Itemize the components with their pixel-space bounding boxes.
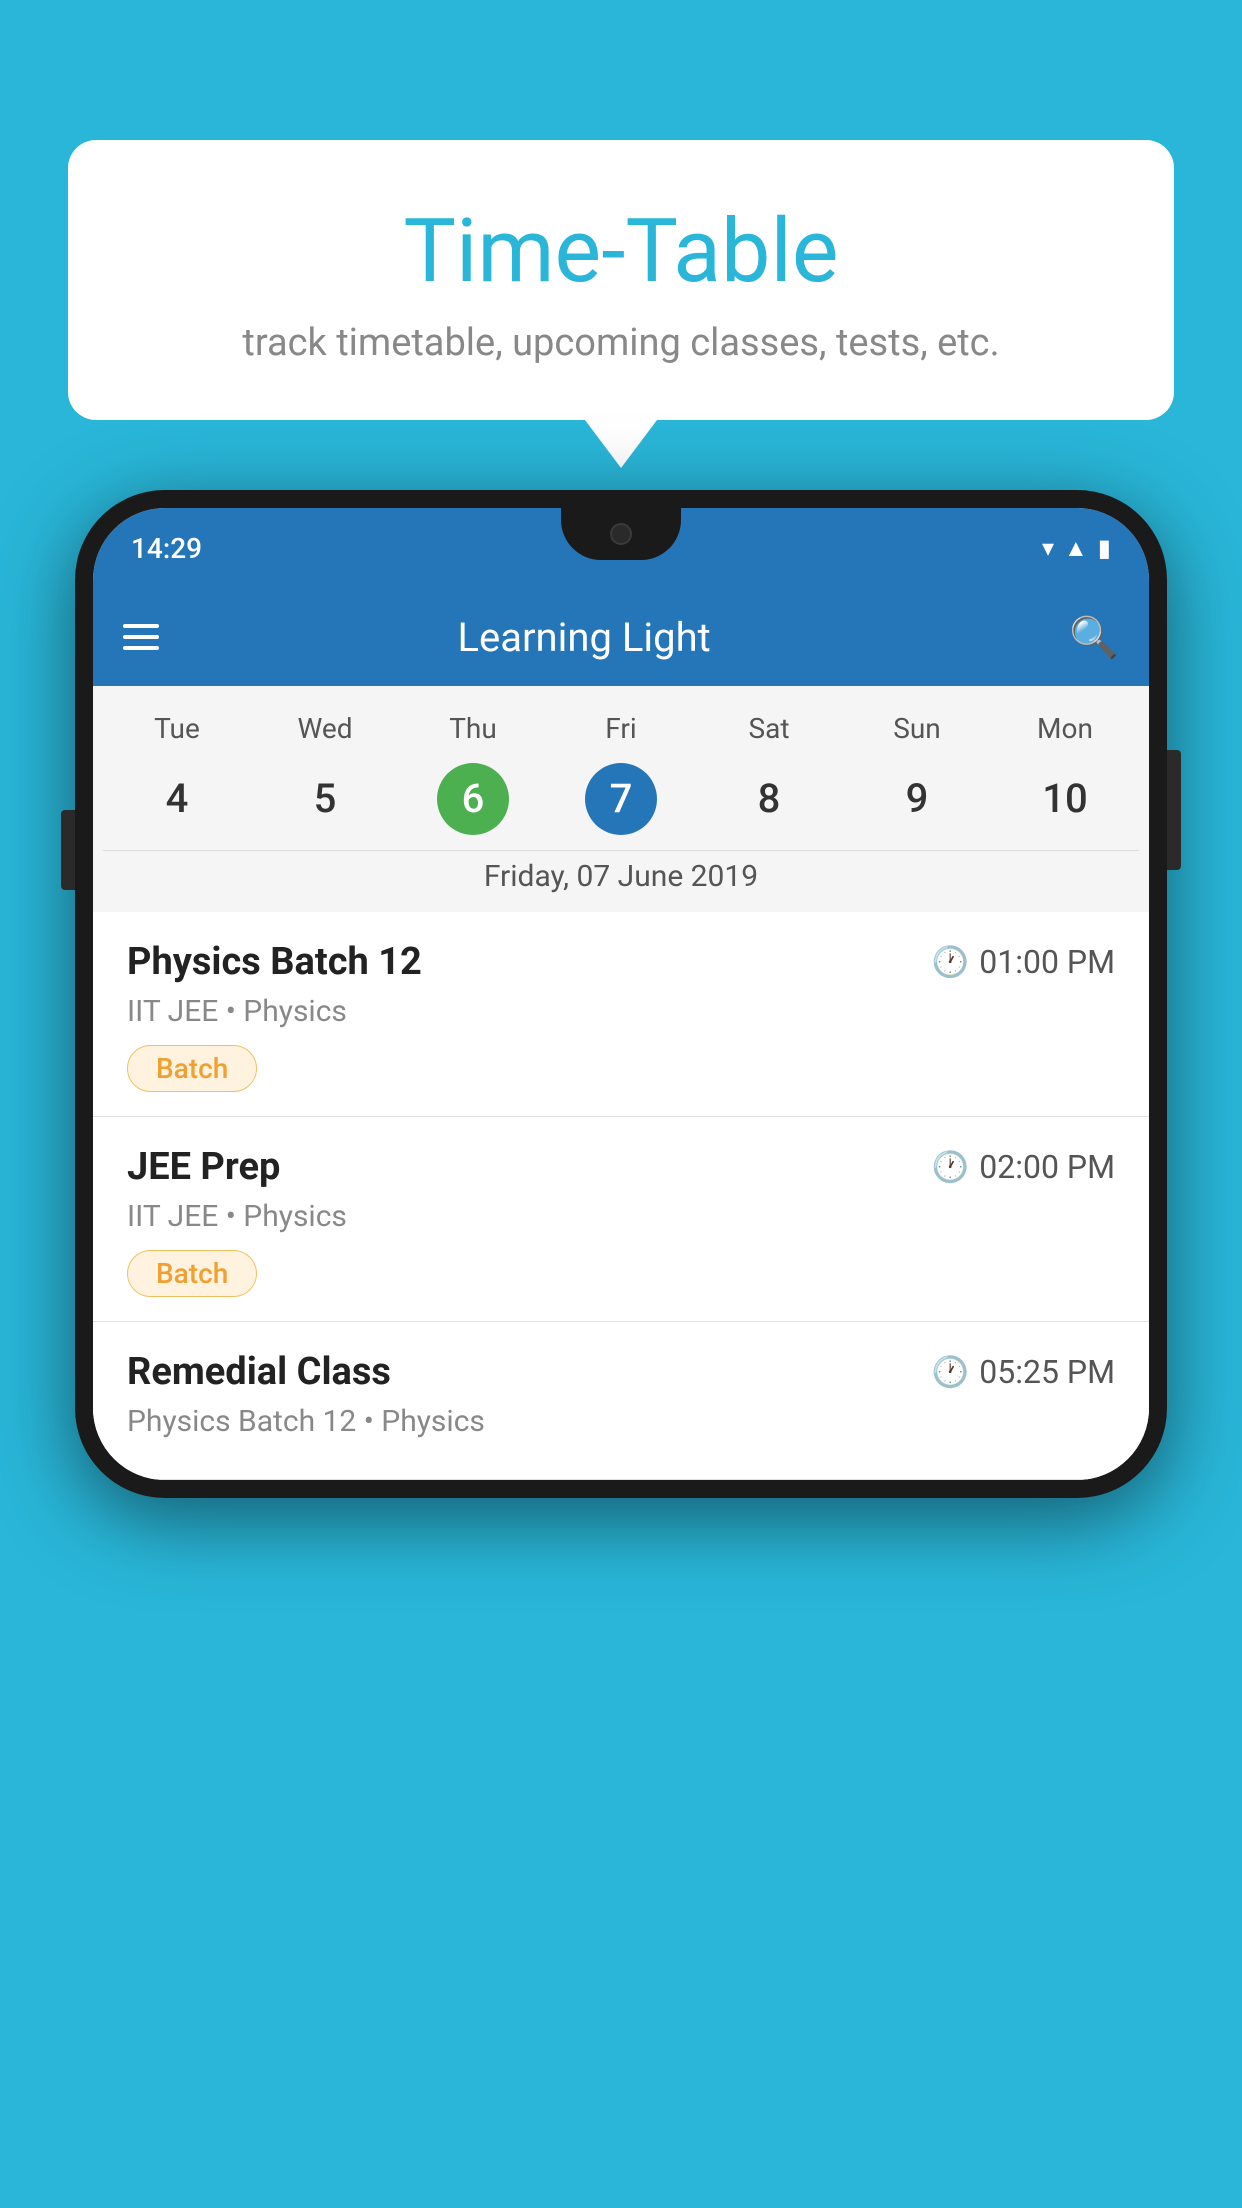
clock-icon-3: 🕐	[932, 1355, 969, 1390]
battery-icon: ▮	[1098, 534, 1111, 562]
signal-icon: ▲	[1064, 534, 1088, 563]
day-header-sat: Sat	[695, 704, 843, 753]
schedule-title-3: Remedial Class	[127, 1350, 391, 1394]
day-9[interactable]: 9	[843, 761, 991, 836]
schedule-meta-3: Physics Batch 12 • Physics	[127, 1404, 1115, 1439]
day-4[interactable]: 4	[103, 761, 251, 836]
day-header-fri: Fri	[547, 704, 695, 753]
clock-icon-1: 🕐	[932, 945, 969, 980]
day-headers: Tue Wed Thu Fri Sat Sun Mon	[103, 704, 1139, 753]
schedule-item-physics-batch[interactable]: Physics Batch 12 🕐 01:00 PM IIT JEE • Ph…	[93, 912, 1149, 1117]
day-numbers: 4 5 6 7 8 9 10	[103, 761, 1139, 850]
day-header-tue: Tue	[103, 704, 251, 753]
day-header-wed: Wed	[251, 704, 399, 753]
bubble-title: Time-Table	[118, 200, 1124, 303]
batch-badge-2: Batch	[127, 1250, 257, 1297]
schedule-meta-1: IIT JEE • Physics	[127, 994, 1115, 1029]
schedule-title-1: Physics Batch 12	[127, 940, 422, 984]
day-7-selected[interactable]: 7	[585, 763, 657, 835]
day-header-sun: Sun	[843, 704, 991, 753]
day-8[interactable]: 8	[695, 761, 843, 836]
schedule-title-2: JEE Prep	[127, 1145, 280, 1189]
bubble-subtitle: track timetable, upcoming classes, tests…	[118, 321, 1124, 365]
schedule-item-header-2: JEE Prep 🕐 02:00 PM	[127, 1145, 1115, 1189]
schedule-time-text-1: 01:00 PM	[979, 943, 1115, 981]
camera	[610, 523, 632, 545]
schedule-list: Physics Batch 12 🕐 01:00 PM IIT JEE • Ph…	[93, 912, 1149, 1480]
schedule-item-header-1: Physics Batch 12 🕐 01:00 PM	[127, 940, 1115, 984]
day-6-today[interactable]: 6	[437, 763, 509, 835]
notch	[561, 508, 681, 560]
app-title: Learning Light	[183, 614, 1045, 661]
day-header-mon: Mon	[991, 704, 1139, 753]
status-icons: ▾ ▲ ▮	[1042, 534, 1111, 563]
phone-mockup: 14:29 ▾ ▲ ▮ Learning Light 🔍	[75, 490, 1167, 1498]
wifi-icon: ▾	[1042, 534, 1054, 562]
intro-bubble: Time-Table track timetable, upcoming cla…	[68, 140, 1174, 468]
schedule-item-remedial[interactable]: Remedial Class 🕐 05:25 PM Physics Batch …	[93, 1322, 1149, 1480]
schedule-item-jee-prep[interactable]: JEE Prep 🕐 02:00 PM IIT JEE • Physics Ba…	[93, 1117, 1149, 1322]
app-bar: Learning Light 🔍	[93, 588, 1149, 686]
day-header-thu: Thu	[399, 704, 547, 753]
day-5[interactable]: 5	[251, 761, 399, 836]
calendar-strip: Tue Wed Thu Fri Sat Sun Mon 4 5 6 7 8 9 …	[93, 686, 1149, 912]
schedule-time-1: 🕐 01:00 PM	[932, 943, 1115, 981]
schedule-time-text-2: 02:00 PM	[979, 1148, 1115, 1186]
schedule-time-3: 🕐 05:25 PM	[932, 1353, 1115, 1391]
schedule-item-header-3: Remedial Class 🕐 05:25 PM	[127, 1350, 1115, 1394]
schedule-time-2: 🕐 02:00 PM	[932, 1148, 1115, 1186]
schedule-meta-2: IIT JEE • Physics	[127, 1199, 1115, 1234]
phone-outer: 14:29 ▾ ▲ ▮ Learning Light 🔍	[75, 490, 1167, 1498]
menu-button[interactable]	[123, 624, 159, 650]
schedule-time-text-3: 05:25 PM	[979, 1353, 1115, 1391]
search-button[interactable]: 🔍	[1069, 614, 1119, 661]
batch-badge-1: Batch	[127, 1045, 257, 1092]
status-bar: 14:29 ▾ ▲ ▮	[93, 508, 1149, 588]
bubble-arrow	[585, 420, 657, 468]
bubble-box: Time-Table track timetable, upcoming cla…	[68, 140, 1174, 420]
clock-icon-2: 🕐	[932, 1150, 969, 1185]
status-time: 14:29	[131, 532, 202, 565]
selected-date-label: Friday, 07 June 2019	[103, 850, 1139, 912]
phone-screen: 14:29 ▾ ▲ ▮ Learning Light 🔍	[93, 508, 1149, 1480]
day-10[interactable]: 10	[991, 761, 1139, 836]
